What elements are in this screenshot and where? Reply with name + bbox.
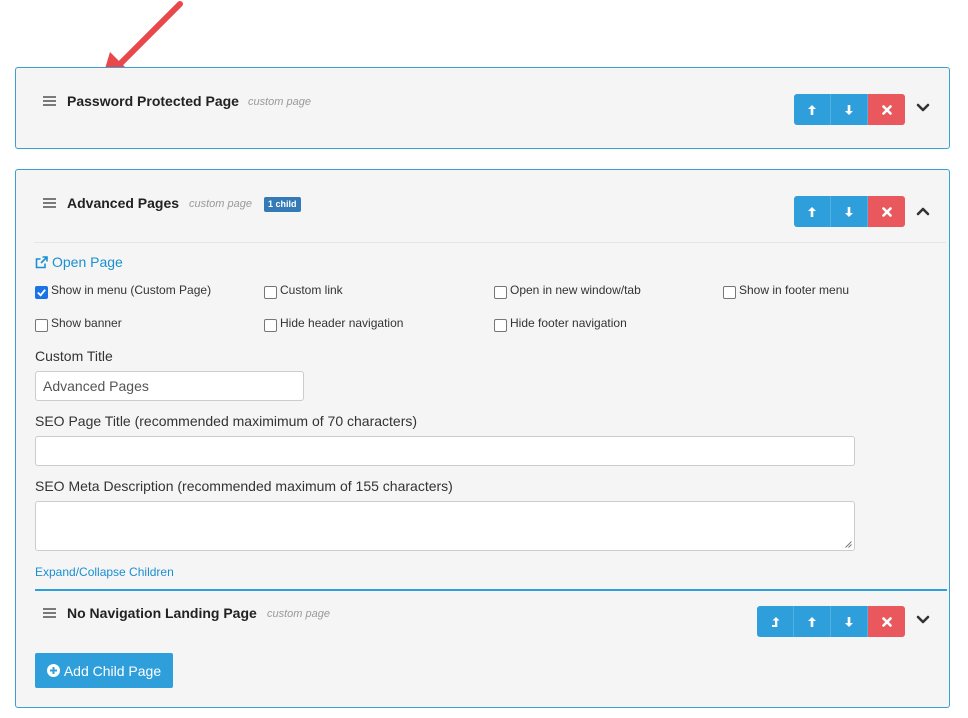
chevron-down-icon[interactable]	[916, 615, 930, 625]
checkbox-label: Show in footer menu	[739, 283, 850, 297]
move-up-button[interactable]	[794, 606, 831, 637]
add-child-page-label: Add Child Page	[63, 662, 162, 679]
arrow-up-icon	[808, 206, 816, 217]
arrow-up-icon	[808, 616, 816, 627]
checkbox-label: Custom link	[280, 283, 343, 297]
checkbox-unchecked[interactable]	[723, 285, 736, 299]
custom-title-label: Custom Title	[35, 348, 113, 364]
custom-title-input[interactable]: Advanced Pages	[35, 371, 304, 401]
add-child-page-button[interactable]: Add Child Page	[35, 653, 173, 688]
item-action-buttons	[794, 94, 905, 125]
checkbox-label: Hide footer navigation	[510, 316, 627, 330]
checkbox-label: Show banner	[51, 316, 122, 330]
item-type: custom page	[248, 96, 311, 108]
seo-title-label: SEO Page Title (recommended maximimum of…	[35, 413, 418, 429]
checkbox-label: Show in menu (Custom Page)	[51, 283, 212, 297]
close-icon	[881, 616, 892, 627]
item-type: custom page	[267, 608, 330, 620]
seo-title-input[interactable]	[35, 436, 855, 466]
move-up-button[interactable]	[794, 94, 831, 125]
checkbox-open-new-window[interactable]: Open in new window/tab	[494, 283, 641, 299]
children-separator	[35, 589, 947, 591]
menu-item-password-protected-page: Password Protected Page custom page	[15, 67, 950, 149]
checkbox-show-in-menu[interactable]: Show in menu (Custom Page)	[35, 283, 212, 299]
checkbox-label: Hide header navigation	[280, 316, 404, 330]
outdent-icon	[772, 616, 780, 627]
plus-circle-icon	[46, 664, 60, 677]
checkbox-hide-header-navigation[interactable]: Hide header navigation	[264, 316, 404, 332]
checkbox-unchecked[interactable]	[35, 318, 48, 332]
checkbox-hide-footer-navigation[interactable]: Hide footer navigation	[494, 316, 627, 332]
children-count-badge: 1 child	[264, 197, 301, 212]
delete-button[interactable]	[868, 94, 905, 125]
chevron-down-icon[interactable]	[916, 103, 930, 113]
checkbox-label: Open in new window/tab	[510, 283, 641, 297]
arrow-up-icon	[808, 104, 816, 115]
menu-item-advanced-pages: Advanced Pages custom page 1 child Open …	[15, 169, 950, 708]
expand-collapse-children-link[interactable]: Expand/Collapse Children	[35, 565, 174, 579]
move-up-button[interactable]	[794, 196, 831, 227]
seo-description-label: SEO Meta Description (recommended maximu…	[35, 478, 453, 494]
checkbox-unchecked[interactable]	[494, 318, 507, 332]
chevron-up-icon[interactable]	[916, 206, 930, 216]
checkbox-unchecked[interactable]	[264, 318, 277, 332]
move-down-button[interactable]	[831, 94, 868, 125]
seo-description-textarea[interactable]	[35, 501, 855, 551]
delete-button[interactable]	[868, 606, 905, 637]
checkbox-show-in-footer-menu[interactable]: Show in footer menu	[723, 283, 850, 299]
checkmark-icon	[37, 288, 46, 297]
drag-handle-icon[interactable]	[43, 198, 56, 208]
open-page-link[interactable]: Open Page	[35, 254, 123, 270]
checkbox-unchecked[interactable]	[264, 285, 277, 299]
item-title: No Navigation Landing Page	[67, 605, 257, 621]
item-title: Advanced Pages	[67, 195, 180, 211]
divider	[34, 242, 946, 243]
close-icon	[881, 206, 892, 217]
item-type: custom page	[189, 198, 252, 210]
delete-button[interactable]	[868, 196, 905, 227]
drag-handle-icon[interactable]	[43, 96, 56, 106]
external-link-icon	[35, 255, 48, 268]
close-icon	[881, 104, 892, 115]
item-title: Password Protected Page	[67, 93, 239, 109]
checkbox-checked[interactable]	[35, 285, 48, 299]
outdent-button[interactable]	[757, 606, 794, 637]
item-action-buttons	[794, 196, 905, 227]
item-action-buttons	[757, 606, 905, 637]
drag-handle-icon[interactable]	[43, 608, 56, 618]
arrow-down-icon	[845, 206, 853, 217]
checkbox-custom-link[interactable]: Custom link	[264, 283, 343, 299]
checkbox-show-banner[interactable]: Show banner	[35, 316, 122, 332]
checkbox-unchecked[interactable]	[494, 285, 507, 299]
move-down-button[interactable]	[831, 606, 868, 637]
resize-handle-icon[interactable]	[845, 541, 852, 548]
move-down-button[interactable]	[831, 196, 868, 227]
arrow-down-icon	[845, 104, 853, 115]
arrow-down-icon	[845, 616, 853, 627]
open-page-label: Open Page	[52, 254, 123, 270]
